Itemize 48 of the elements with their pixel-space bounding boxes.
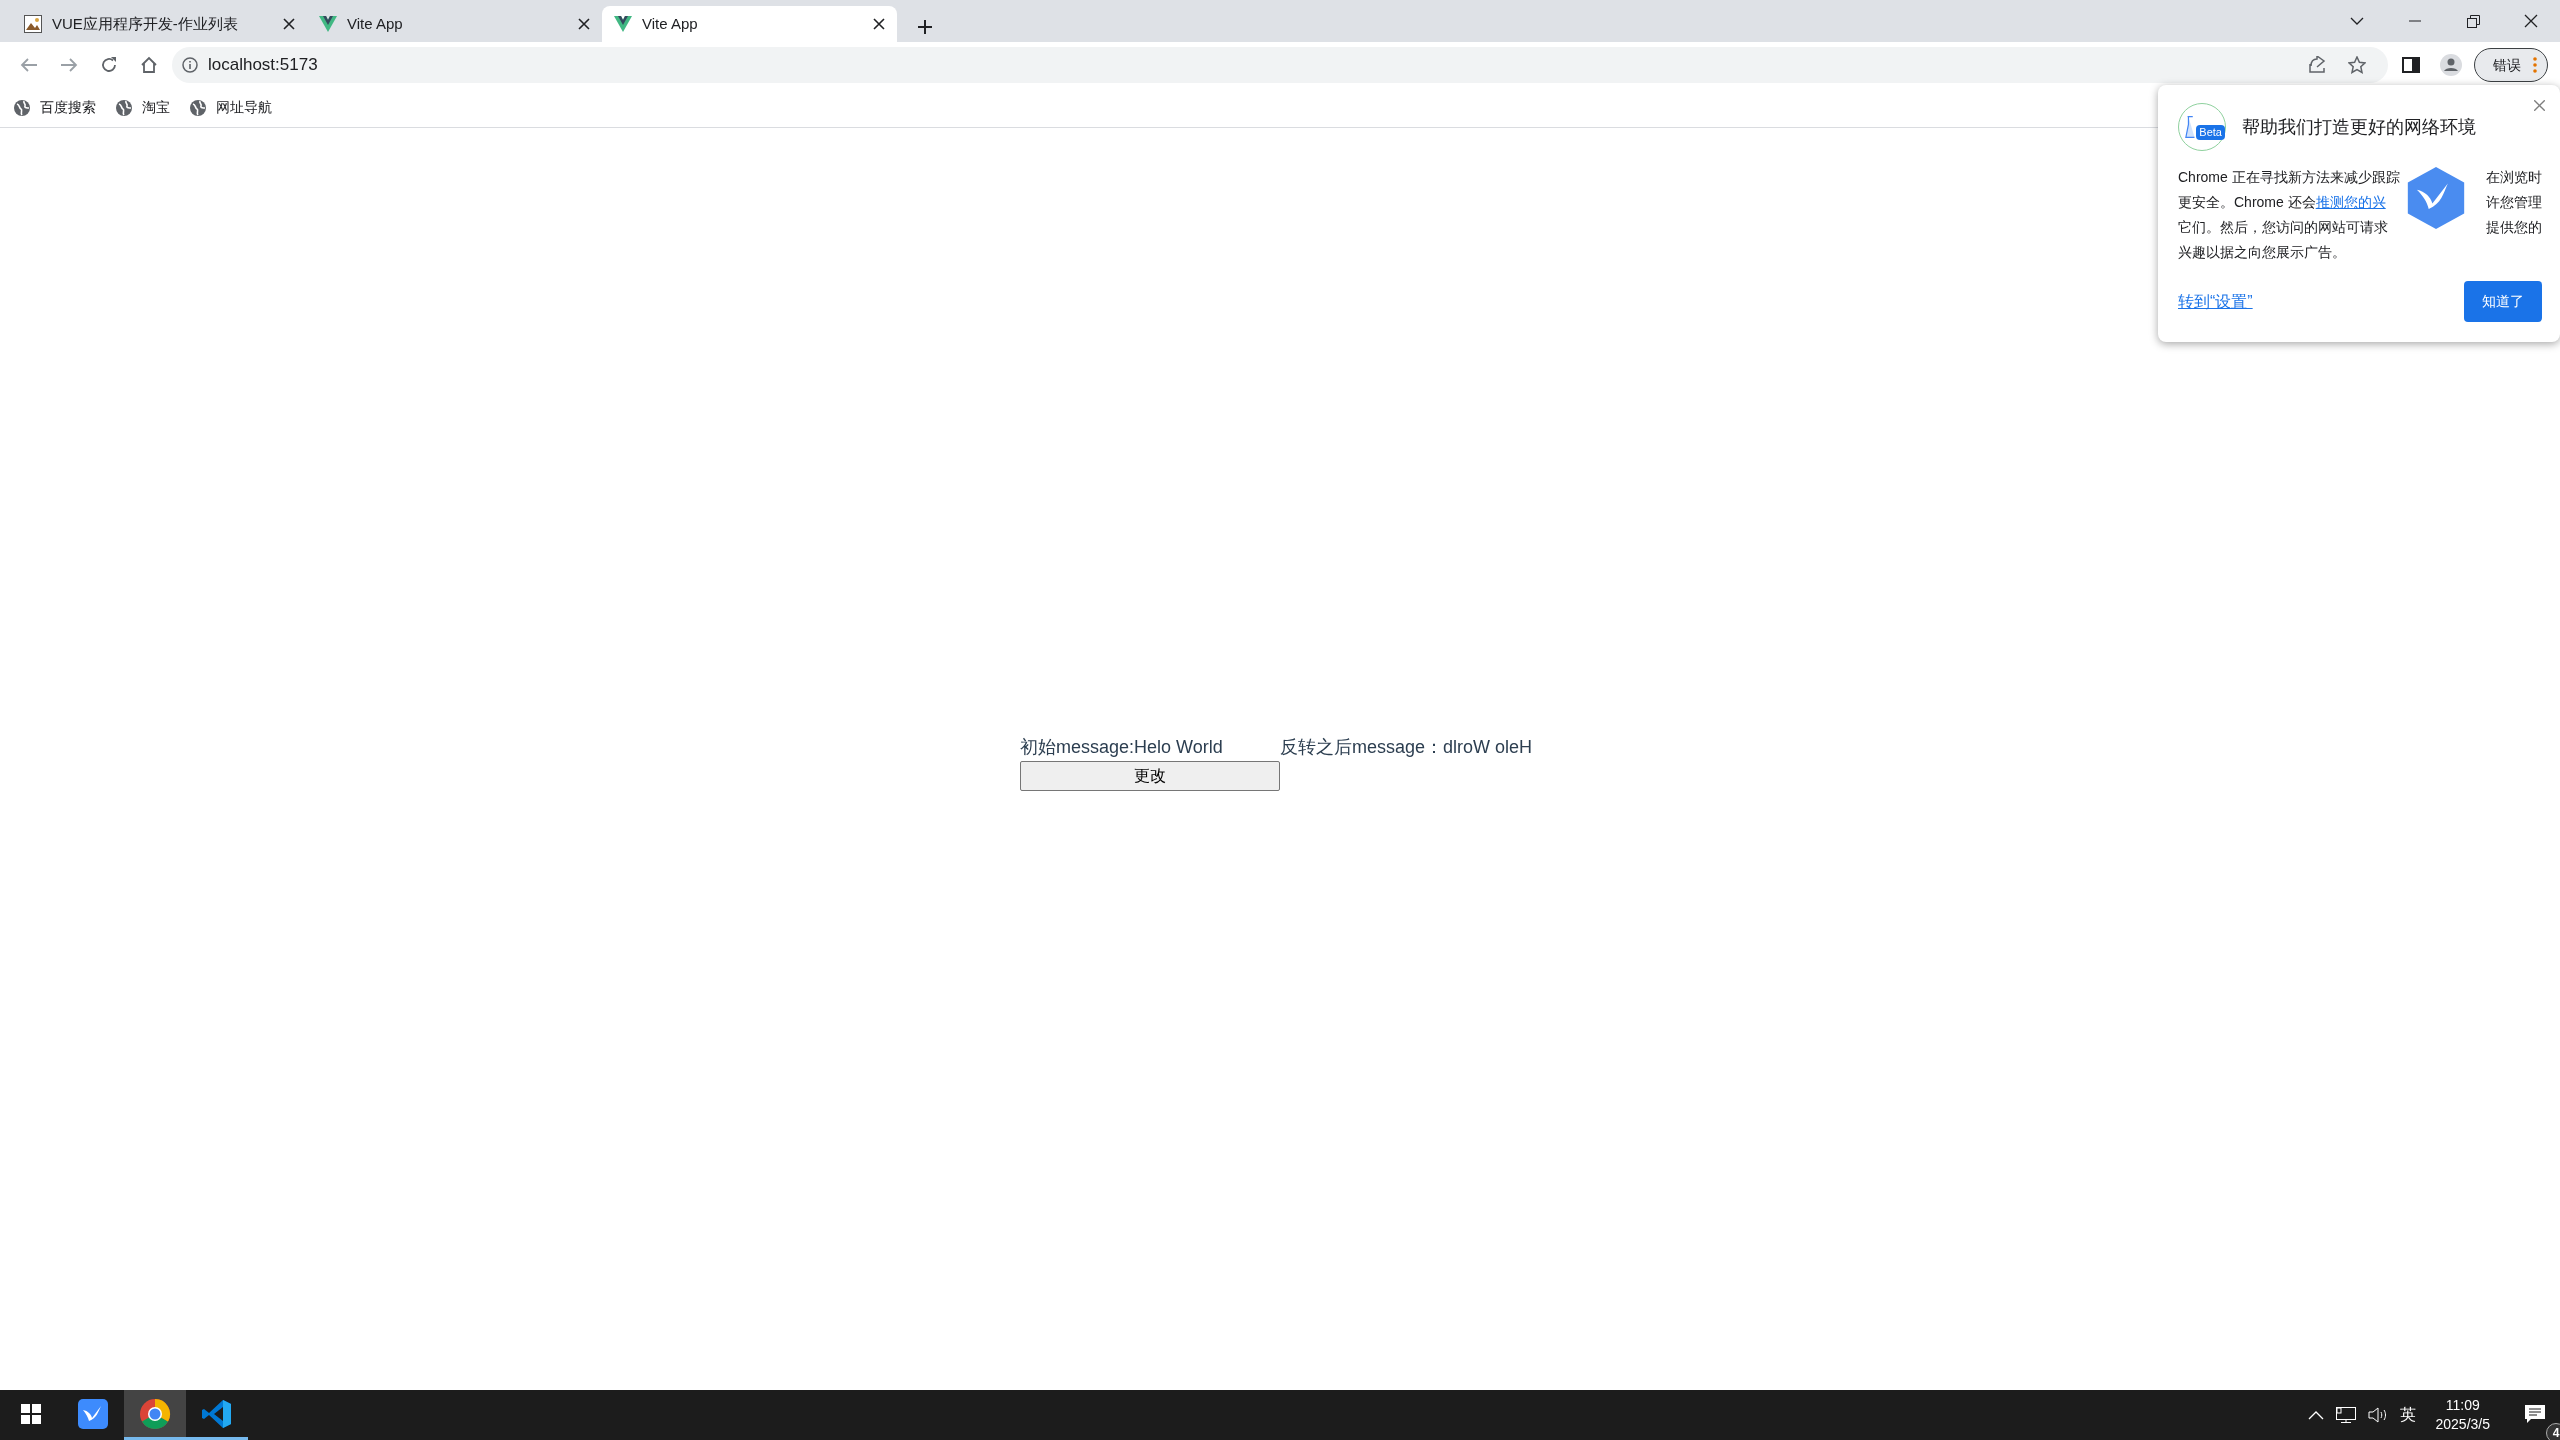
message-text: 初始message:Helo World	[1020, 736, 1223, 759]
info-icon[interactable]	[182, 57, 198, 73]
bookmark[interactable]: 网址导航	[190, 97, 272, 118]
error-button[interactable]: 错误	[2474, 48, 2548, 82]
globe-icon	[14, 99, 30, 116]
body-text: 兴趣以据之向您展示广告。	[2178, 243, 2346, 262]
body-text: 提供您的	[2486, 218, 2542, 237]
address-field[interactable]: localhost:5173	[208, 52, 318, 78]
popup-title: 帮助我们打造更好的网络环境	[2242, 115, 2476, 139]
body-text: 更安全。Chrome 还会	[2178, 193, 2316, 212]
notification-button[interactable]: 4	[2510, 1390, 2560, 1440]
settings-link[interactable]: 转到“设置”	[2178, 289, 2253, 314]
close-icon[interactable]	[873, 18, 885, 30]
browser-tab[interactable]: Vite App	[307, 6, 602, 42]
body-text: Chrome 正在寻找新方法来减少跟踪	[2178, 168, 2400, 187]
flask-icon	[2185, 114, 2196, 140]
message-icon	[2525, 1404, 2545, 1423]
inline-link[interactable]: 推测您的兴	[2315, 190, 2386, 215]
body-text: 在浏览时	[2486, 168, 2542, 187]
tab-title: Vite App	[642, 13, 698, 34]
globe-icon	[116, 99, 132, 116]
browser-tab[interactable]: Vite App	[602, 6, 897, 42]
browser-tab[interactable]: VUE应用程序开发-作业列表	[12, 6, 307, 42]
more-icon	[2533, 57, 2537, 73]
beta-badge: Beta	[2196, 125, 2225, 140]
tab-title: Vite App	[347, 13, 403, 34]
clock-date[interactable]: 2025/3/5	[2435, 1415, 2490, 1434]
clock-time[interactable]: 11:09	[2445, 1396, 2480, 1415]
tab-title: VUE应用程序开发-作业列表	[52, 13, 238, 34]
chrome-icon[interactable]	[124, 1390, 186, 1440]
v-logo-icon	[319, 16, 337, 32]
notification-count: 4	[2546, 1423, 2560, 1440]
chevron-up-icon[interactable]	[2307, 1410, 2324, 1420]
close-icon[interactable]	[578, 18, 590, 30]
body-text: 它们。然后，您访问的网站可请求	[2178, 218, 2388, 237]
network-icon[interactable]	[2335, 1407, 2356, 1423]
bookmark[interactable]: 淘宝	[116, 97, 170, 118]
globe-icon	[190, 99, 206, 116]
got-it-button[interactable]: 知道了	[2464, 281, 2542, 322]
body-text: 许您管理	[2486, 193, 2542, 212]
image-icon	[24, 15, 42, 33]
change-button[interactable]: 更改	[1020, 761, 1280, 791]
bookmark[interactable]: 百度搜索	[14, 97, 96, 118]
close-icon[interactable]	[283, 18, 295, 30]
input-method-indicator[interactable]: 英	[2399, 1403, 2416, 1427]
message-text: 反转之后message：dlroW oleH	[1280, 736, 1533, 759]
v-logo-icon	[614, 16, 632, 32]
volume-icon[interactable]	[2367, 1407, 2388, 1423]
